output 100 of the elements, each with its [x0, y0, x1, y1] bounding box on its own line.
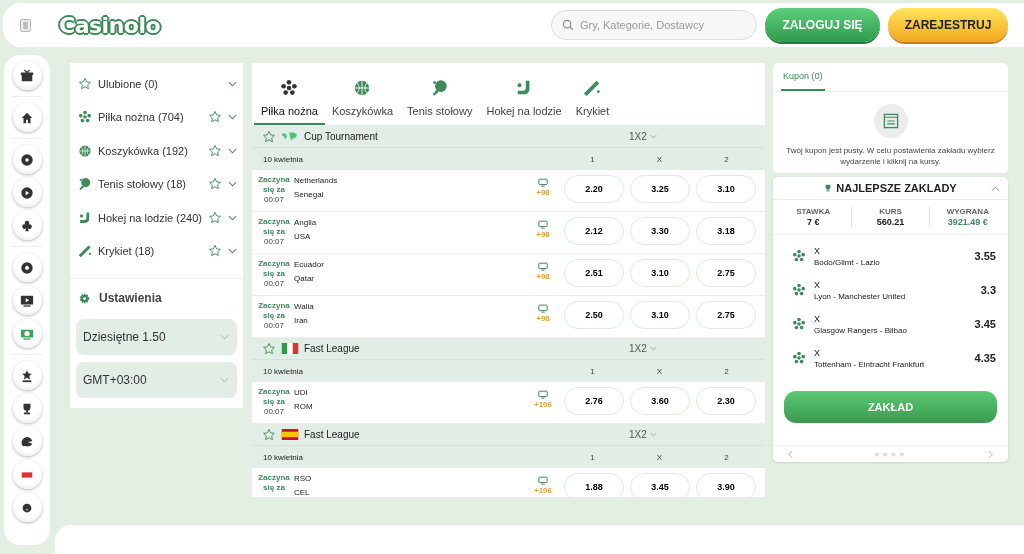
podium-button[interactable]	[12, 361, 42, 390]
stat-value: 3921.49 €	[947, 217, 988, 227]
odds-button[interactable]: 3.60	[630, 387, 690, 415]
chevron-down-icon	[228, 147, 237, 154]
sport-tab[interactable]: Tenis stołowy	[400, 63, 480, 125]
market-selector[interactable]: 1X2	[629, 429, 657, 440]
odds-button[interactable]: 3.10	[696, 175, 756, 203]
column-label: X	[655, 452, 664, 462]
select-dropdown[interactable]: GMT+03:00	[76, 362, 237, 398]
gift-button[interactable]	[12, 61, 42, 90]
star-icon	[208, 110, 222, 125]
chevron-down-icon	[649, 432, 657, 437]
bet-match: Lyon - Manchester United	[814, 291, 907, 301]
odds-button[interactable]: 2.20	[564, 175, 624, 203]
search-field[interactable]: Gry, Kategorie, Dostawcy	[551, 10, 757, 40]
settings-title: Ustawienia	[99, 291, 162, 305]
select-dropdown[interactable]: Dziesiętne 1.50	[76, 319, 237, 355]
bet-pick: X	[814, 245, 821, 256]
hockey-stick-icon	[78, 210, 92, 225]
logo[interactable]: Casinolo	[59, 12, 161, 38]
odds-button[interactable]: 3.10	[630, 301, 690, 329]
league-name: Cup Tournament	[304, 131, 379, 142]
tv-button[interactable]	[12, 286, 42, 315]
odds-button[interactable]: 2.75	[696, 259, 756, 287]
odds-button[interactable]: 2.51	[564, 259, 624, 287]
helmet-button[interactable]	[12, 427, 42, 456]
start-status: Zaczyna się za	[257, 175, 291, 195]
start-status: Zaczyna się za	[257, 259, 291, 279]
coupon-tab[interactable]: Kupon (0)	[781, 63, 825, 91]
tv-icon	[538, 304, 548, 313]
date-label: 10 kwietnia	[263, 154, 305, 164]
chip-button[interactable]	[12, 178, 42, 207]
star-icon	[208, 177, 222, 192]
team-name: USA	[294, 232, 312, 241]
paddle-icon	[78, 177, 92, 192]
club-button[interactable]	[12, 211, 42, 240]
countdown-time: 00:07	[264, 407, 284, 417]
odds-button[interactable]: 3.45	[630, 473, 690, 497]
basketball-icon	[78, 143, 92, 158]
sport-menu-item[interactable]: Koszykówka (192)	[70, 134, 243, 168]
search-icon	[562, 19, 574, 31]
world-map-icon	[281, 131, 299, 142]
football-icon	[792, 317, 806, 331]
tv-icon	[538, 390, 548, 399]
spain-flag-icon	[281, 429, 299, 440]
trophy-button[interactable]	[12, 394, 42, 423]
club-icon	[20, 218, 34, 233]
odds-button[interactable]: 3.10	[630, 259, 690, 287]
market-selector[interactable]: 1X2	[629, 343, 657, 354]
sidebar-toggle-icon[interactable]	[20, 18, 31, 32]
soccer-button[interactable]	[12, 253, 42, 282]
sport-menu-item[interactable]: Ulubione (0)	[70, 67, 243, 101]
tv-icon	[20, 293, 34, 308]
odds-button[interactable]: 2.30	[696, 387, 756, 415]
column-label: 2	[723, 452, 730, 462]
card-button[interactable]	[12, 460, 42, 489]
odds-button[interactable]: 3.30	[630, 217, 690, 245]
odds-button[interactable]: 1.88	[564, 473, 624, 497]
sport-tab[interactable]: Hokej na lodzie	[479, 63, 569, 125]
sport-menu-item[interactable]: Tenis stołowy (18)	[70, 167, 243, 201]
help-button[interactable]	[12, 493, 42, 522]
team-name: Anglia	[294, 218, 318, 227]
paddle-icon	[430, 79, 449, 97]
stat-label: STAWKA	[796, 207, 831, 216]
bet-odds: 3.45	[974, 318, 996, 330]
chevron-down-icon	[649, 134, 657, 139]
odds-button[interactable]: 2.50	[564, 301, 624, 329]
italy-flag-icon	[281, 343, 299, 354]
sport-menu-item[interactable]: Piłka nożna (704)	[70, 100, 243, 134]
podium-icon	[20, 368, 34, 383]
sport-menu-item[interactable]: Hokej na lodzie (240)	[70, 201, 243, 235]
odds-button[interactable]: 3.25	[630, 175, 690, 203]
bet-match: Glasgow Rangers - Bilbao	[814, 325, 908, 335]
odds-button[interactable]: 2.76	[564, 387, 624, 415]
sport-tab[interactable]: Krykiet	[568, 63, 617, 125]
team-name: UDI	[294, 388, 309, 397]
start-status: Zaczyna się za	[257, 387, 291, 407]
market-selector[interactable]: 1X2	[629, 131, 657, 142]
register-button[interactable]: ZAREJESTRUJ	[888, 8, 1008, 42]
odds-button[interactable]: 3.18	[696, 217, 756, 245]
stat-value: 7 €	[806, 217, 820, 227]
cricket-bat-icon	[78, 244, 92, 259]
countdown-time: 00:07	[264, 237, 284, 247]
odds-button[interactable]: 2.12	[564, 217, 624, 245]
sport-menu-item[interactable]: Krykiet (18)	[70, 234, 243, 268]
odds-button[interactable]: 3.90	[696, 473, 756, 497]
column-label: 1	[589, 366, 596, 376]
chevron-down-icon	[228, 248, 237, 255]
sport-tab[interactable]: Koszykówka	[324, 63, 400, 125]
star-icon	[262, 341, 276, 356]
trophy-icon	[824, 184, 833, 192]
chevron-down-icon	[220, 334, 229, 340]
stat-label: KURS	[879, 207, 902, 216]
bet-odds: 3.3	[980, 284, 996, 296]
chevron-down-icon	[228, 181, 237, 188]
team-name: CEL	[294, 488, 311, 497]
home-button[interactable]	[12, 103, 42, 132]
team-name: Walia	[294, 302, 315, 311]
odds-button[interactable]: 2.75	[696, 301, 756, 329]
ball-button[interactable]	[12, 145, 42, 174]
